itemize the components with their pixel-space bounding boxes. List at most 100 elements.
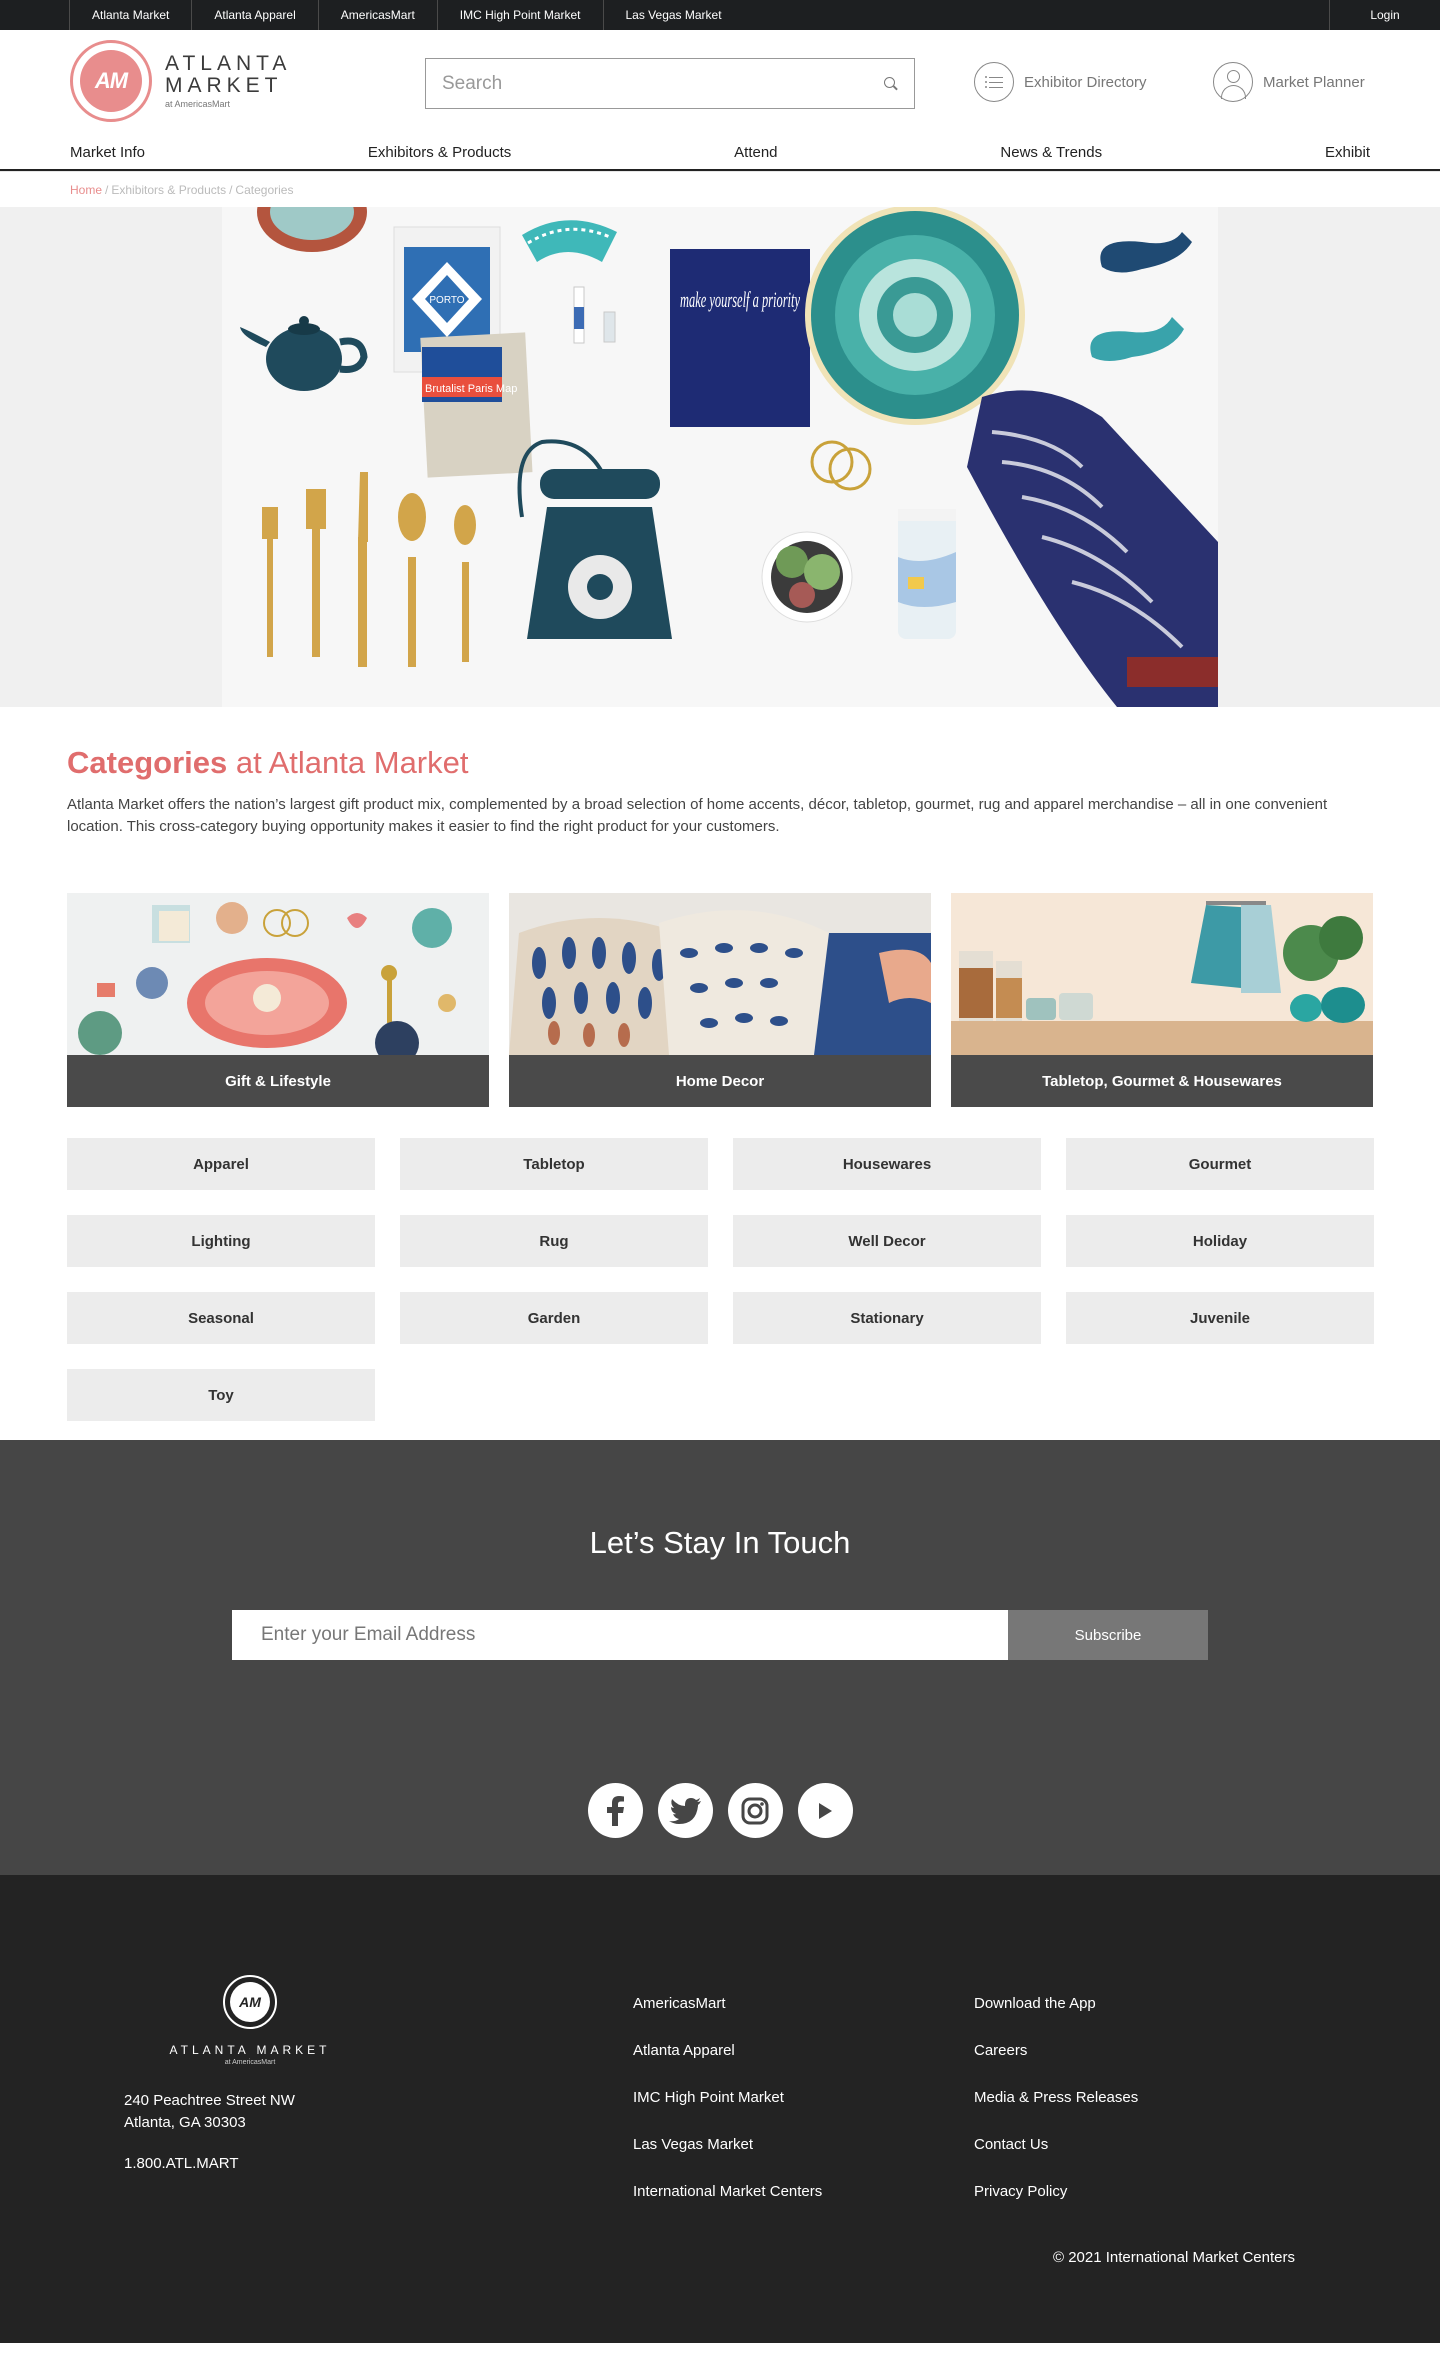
exhibitor-directory-label: Exhibitor Directory bbox=[1024, 73, 1147, 91]
exhibitor-directory-link[interactable]: Exhibitor Directory bbox=[974, 62, 1147, 102]
book-paris-map-title: Brutalist Paris Map bbox=[425, 383, 517, 395]
page-title-rest: at Atlanta Market bbox=[235, 745, 469, 780]
category-holiday[interactable]: Holiday bbox=[1066, 1215, 1374, 1267]
breadcrumb-separator: / bbox=[105, 182, 109, 197]
util-link-atlanta-market[interactable]: Atlanta Market bbox=[69, 0, 191, 30]
market-planner-label: Market Planner bbox=[1263, 73, 1365, 91]
logo-line-3: at AmericasMart bbox=[165, 99, 231, 109]
breadcrumb-home[interactable]: Home bbox=[70, 183, 102, 197]
category-gourmet[interactable]: Gourmet bbox=[1066, 1138, 1374, 1190]
login-link[interactable]: Login bbox=[1329, 0, 1440, 30]
address-line-2: Atlanta, GA 30303 bbox=[124, 2114, 246, 2131]
nav-exhibitors-products[interactable]: Exhibitors & Products bbox=[368, 144, 511, 161]
nav-attend[interactable]: Attend bbox=[734, 144, 777, 161]
subscribe-button[interactable]: Subscribe bbox=[1008, 1610, 1208, 1660]
nav-exhibit[interactable]: Exhibit bbox=[1325, 144, 1370, 161]
footer-link-las-vegas[interactable]: Las Vegas Market bbox=[633, 2136, 822, 2183]
util-link-atlanta-apparel[interactable]: Atlanta Apparel bbox=[191, 0, 317, 30]
email-input[interactable] bbox=[232, 1610, 1008, 1660]
category-garden[interactable]: Garden bbox=[400, 1292, 708, 1344]
footer-address: 240 Peachtree Street NW Atlanta, GA 3030… bbox=[124, 2090, 295, 2134]
footer-link-privacy[interactable]: Privacy Policy bbox=[974, 2183, 1138, 2230]
patterned-pouch bbox=[522, 220, 617, 262]
category-tabletop[interactable]: Tabletop bbox=[400, 1138, 708, 1190]
footer-link-careers[interactable]: Careers bbox=[974, 2042, 1138, 2089]
home-decor-image bbox=[509, 893, 931, 1055]
util-link-americasmart[interactable]: AmericasMart bbox=[317, 0, 437, 30]
facebook-icon[interactable] bbox=[587, 1783, 643, 1838]
tabletop-gourmet-image bbox=[951, 893, 1373, 1055]
page-title: Categories at Atlanta Market bbox=[67, 745, 1373, 781]
footer-links-col-1: AmericasMart Atlanta Apparel IMC High Po… bbox=[633, 1995, 822, 2230]
youtube-icon[interactable] bbox=[797, 1783, 853, 1838]
instagram-icon[interactable] bbox=[727, 1783, 783, 1838]
category-card-tabletop-gourmet-housewares[interactable]: Tabletop, Gourmet & Housewares bbox=[951, 893, 1373, 1107]
footer-links-col-2: Download the App Careers Media & Press R… bbox=[974, 1995, 1138, 2230]
footer-link-contact[interactable]: Contact Us bbox=[974, 2136, 1138, 2183]
user-icon bbox=[1213, 62, 1253, 102]
utility-bar: Atlanta Market Atlanta Apparel AmericasM… bbox=[0, 0, 1440, 30]
category-card-label: Home Decor bbox=[509, 1055, 931, 1107]
copyright: © 2021 International Market Centers bbox=[1052, 2249, 1295, 2266]
hero-image: PORTO Brutalist Paris Map make yourself … bbox=[0, 207, 1440, 707]
category-stationary[interactable]: Stationary bbox=[733, 1292, 1041, 1344]
category-housewares[interactable]: Housewares bbox=[733, 1138, 1041, 1190]
notebook-text: make yourself a priority bbox=[680, 287, 800, 312]
footer-logo-name: ATLANTA MARKET bbox=[169, 2043, 331, 2057]
footer-phone[interactable]: 1.800.ATL.MART bbox=[124, 2155, 239, 2172]
main-nav: Market Info Exhibitors & Products Attend… bbox=[0, 135, 1440, 171]
newsletter-form: Subscribe bbox=[232, 1610, 1208, 1660]
notebook: make yourself a priority bbox=[670, 249, 810, 427]
scarf bbox=[967, 390, 1218, 707]
logo-line-2: MARKET bbox=[165, 74, 283, 97]
category-card-gift-lifestyle[interactable]: Gift & Lifestyle bbox=[67, 893, 489, 1107]
category-lighting[interactable]: Lighting bbox=[67, 1215, 375, 1267]
footer-logo[interactable]: AM ATLANTA MARKET at AmericasMart bbox=[155, 1975, 345, 2066]
logo-line-1: ATLANTA bbox=[165, 52, 292, 75]
breadcrumb: Home / Exhibitors & Products / Categorie… bbox=[0, 171, 1440, 207]
footer-link-media-press[interactable]: Media & Press Releases bbox=[974, 2089, 1138, 2136]
category-well-decor[interactable]: Well Decor bbox=[733, 1215, 1041, 1267]
footer-logo-mark-text: AM bbox=[230, 1982, 270, 2022]
footer-logo-mark: AM bbox=[223, 1975, 277, 2029]
teapot bbox=[240, 316, 368, 391]
footer-link-atlanta-apparel[interactable]: Atlanta Apparel bbox=[633, 2042, 822, 2089]
util-link-imc-high-point[interactable]: IMC High Point Market bbox=[436, 0, 603, 30]
category-seasonal[interactable]: Seasonal bbox=[67, 1292, 375, 1344]
footer-link-americasmart[interactable]: AmericasMart bbox=[633, 1995, 822, 2042]
category-toy[interactable]: Toy bbox=[67, 1369, 375, 1421]
page-title-bold: Categories bbox=[67, 745, 228, 780]
breadcrumb-separator: / bbox=[229, 182, 233, 197]
address-line-1: 240 Peachtree Street NW bbox=[124, 2092, 295, 2109]
footer-link-imc-high-point[interactable]: IMC High Point Market bbox=[633, 2089, 822, 2136]
search-icon[interactable] bbox=[884, 76, 898, 91]
category-apparel[interactable]: Apparel bbox=[67, 1138, 375, 1190]
breadcrumb-exhibitors[interactable]: Exhibitors & Products bbox=[111, 183, 226, 197]
search-input[interactable] bbox=[442, 72, 884, 95]
footer-link-imc[interactable]: International Market Centers bbox=[633, 2183, 822, 2230]
footer-link-download-app[interactable]: Download the App bbox=[974, 1995, 1138, 2042]
category-card-label: Tabletop, Gourmet & Housewares bbox=[951, 1055, 1373, 1107]
category-card-home-decor[interactable]: Home Decor bbox=[509, 893, 931, 1107]
util-link-las-vegas[interactable]: Las Vegas Market bbox=[602, 0, 744, 30]
footer-logo-sub: at AmericasMart bbox=[224, 2059, 276, 2066]
nav-news-trends[interactable]: News & Trends bbox=[1000, 144, 1102, 161]
nav-market-info[interactable]: Market Info bbox=[70, 144, 145, 161]
market-planner-link[interactable]: Market Planner bbox=[1213, 62, 1365, 102]
logo-mark: AM bbox=[70, 40, 152, 122]
site-header: AM ATLANTA MARKET at AmericasMart Exhibi… bbox=[0, 30, 1440, 135]
newsletter-title: Let’s Stay In Touch bbox=[589, 1525, 851, 1560]
twitter-icon[interactable] bbox=[657, 1783, 713, 1838]
hero-collage: PORTO Brutalist Paris Map make yourself … bbox=[240, 207, 1218, 707]
newsletter-section: Let’s Stay In Touch Subscribe bbox=[0, 1440, 1440, 1875]
category-juvenile[interactable]: Juvenile bbox=[1066, 1292, 1374, 1344]
category-card-label: Gift & Lifestyle bbox=[67, 1055, 489, 1107]
logo-wordmark: ATLANTA MARKET at AmericasMart bbox=[165, 52, 292, 110]
category-rug[interactable]: Rug bbox=[400, 1215, 708, 1267]
plate-stack bbox=[805, 207, 1025, 425]
rotary-telephone bbox=[517, 439, 672, 639]
site-logo[interactable]: AM ATLANTA MARKET at AmericasMart bbox=[70, 40, 291, 122]
search-box bbox=[425, 58, 915, 109]
site-footer: AM ATLANTA MARKET at AmericasMart 240 Pe… bbox=[0, 1875, 1440, 2343]
intro-body: Atlanta Market offers the nation’s large… bbox=[67, 796, 1328, 835]
